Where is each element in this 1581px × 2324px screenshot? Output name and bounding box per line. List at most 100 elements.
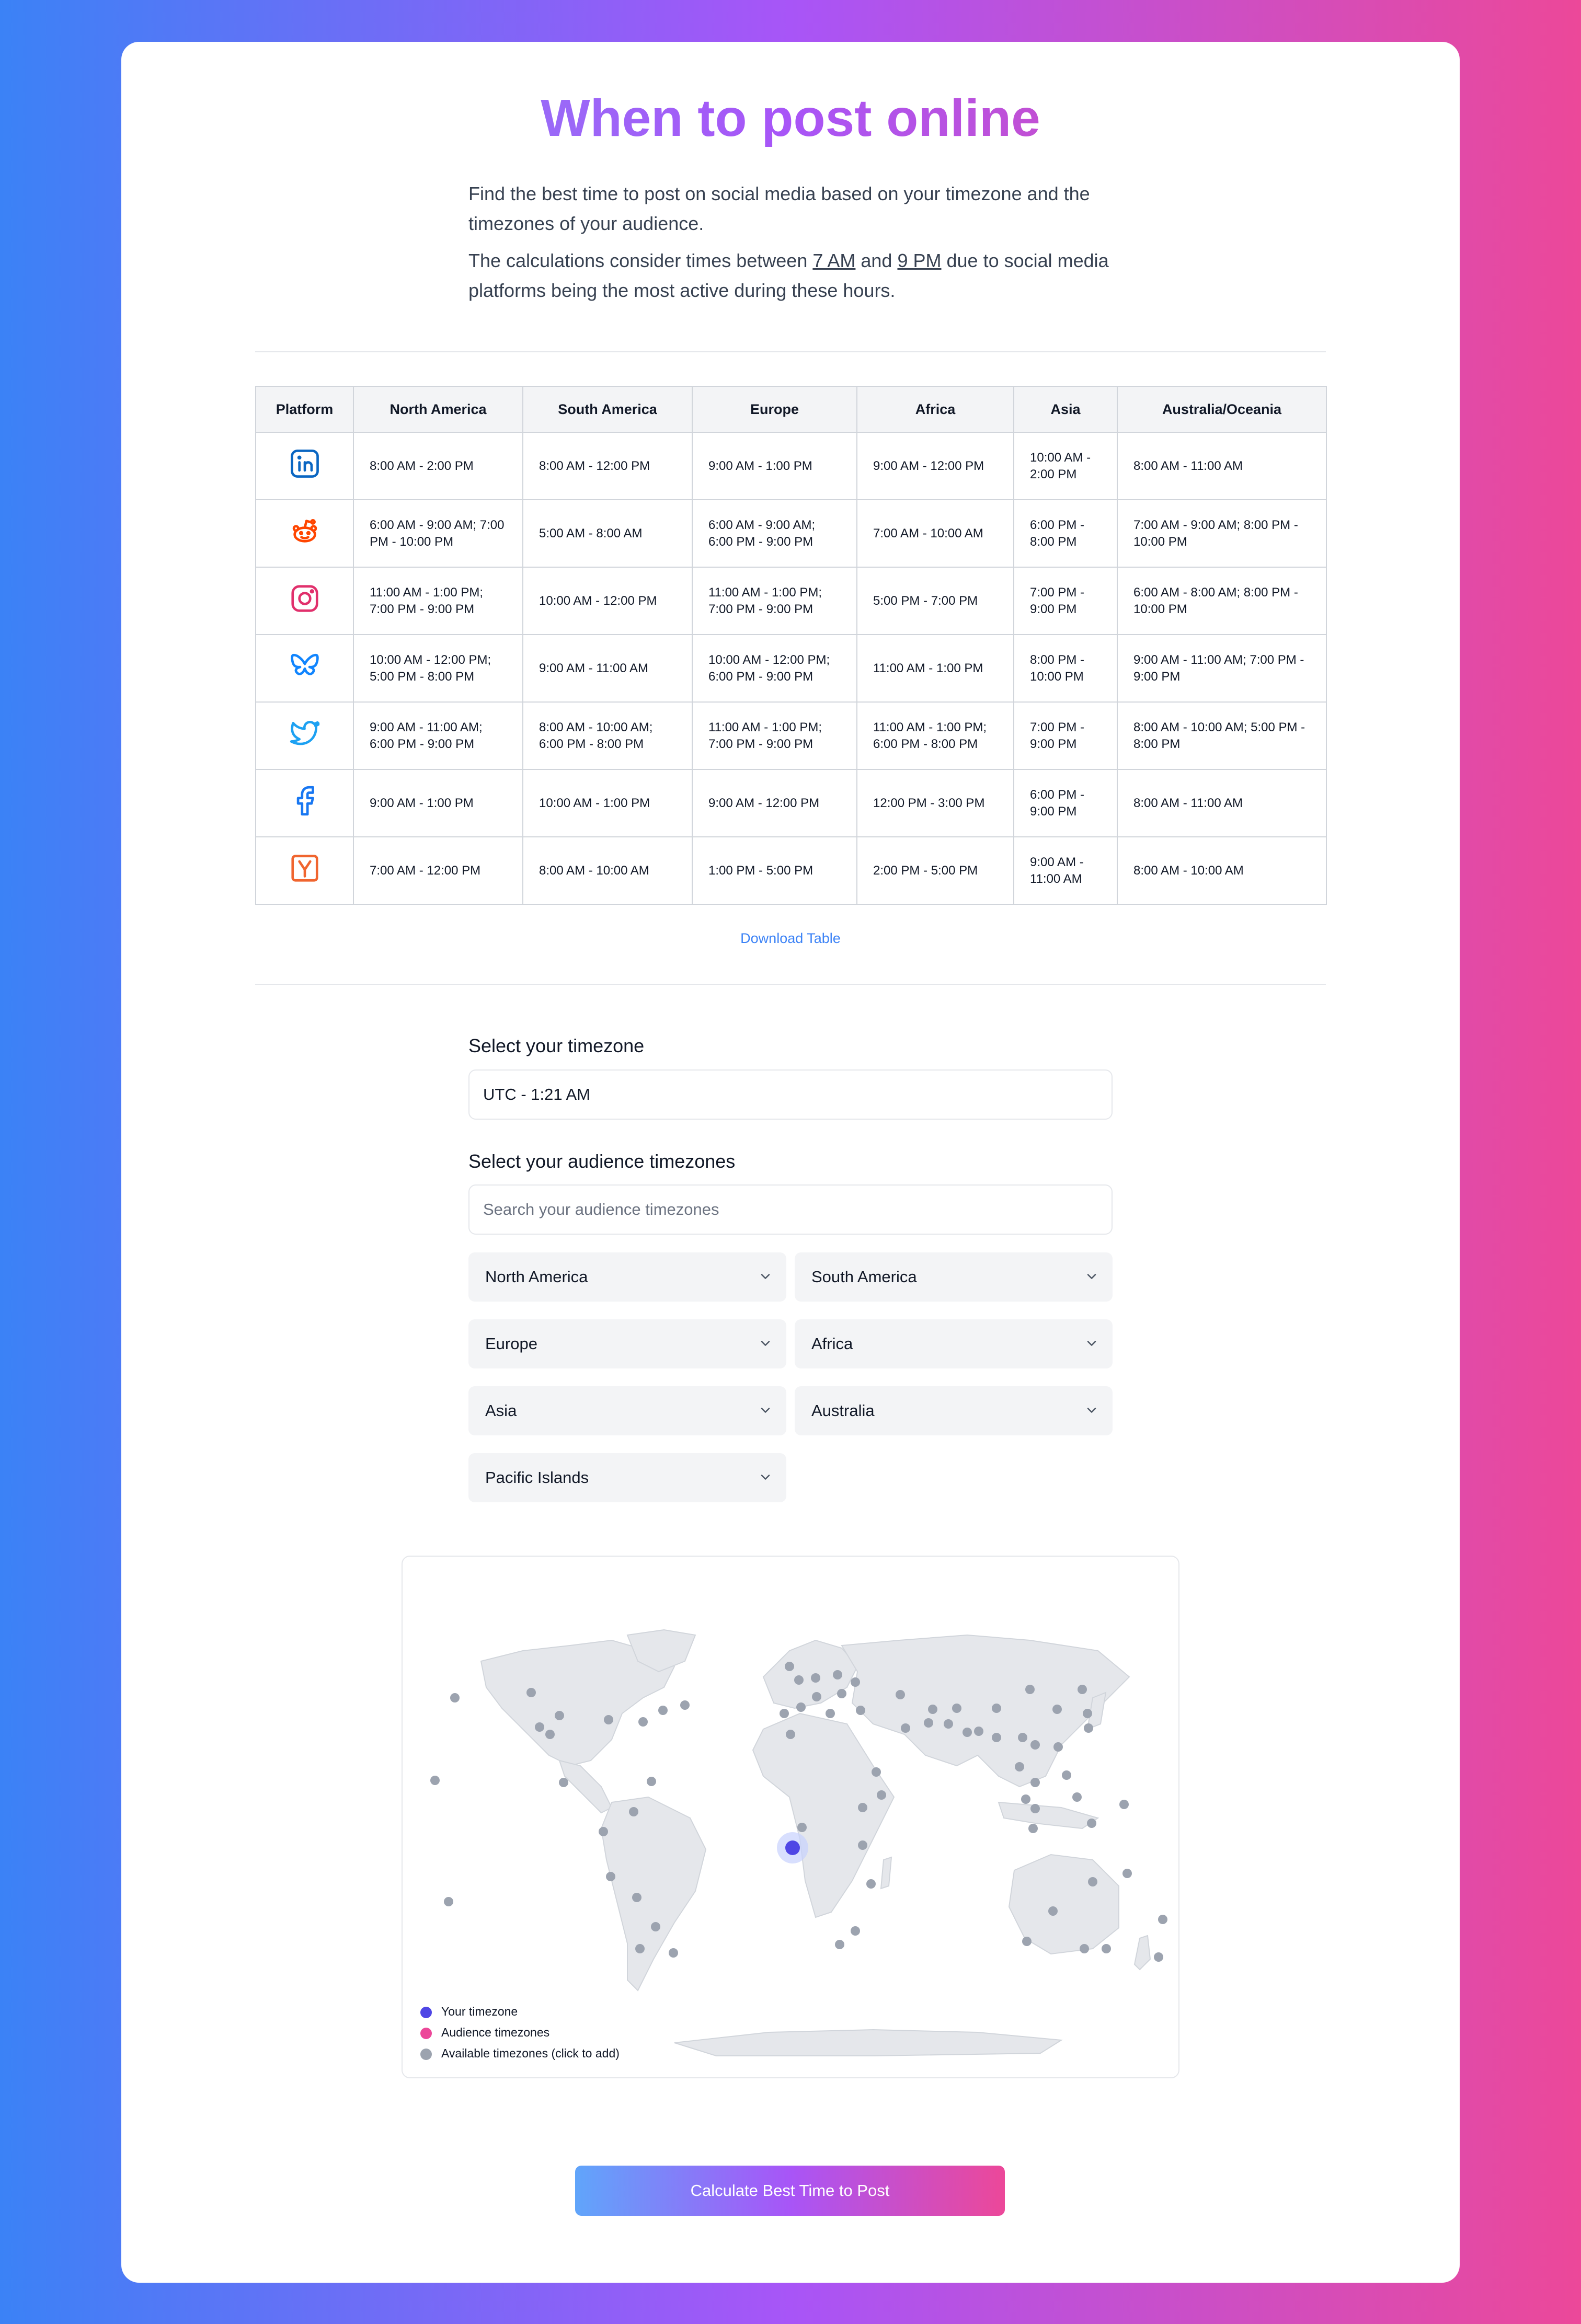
table-cell: 8:00 AM - 11:00 AM (1117, 769, 1327, 837)
region-dropdown-south-america[interactable]: South America (795, 1252, 1113, 1302)
timezone-dot (1102, 1944, 1111, 1953)
timezone-dot (1122, 1869, 1132, 1878)
chevron-down-icon (1087, 1341, 1096, 1346)
twitter-icon (290, 721, 319, 745)
download-table-link[interactable]: Download Table (121, 930, 1460, 947)
continent-madagascar (880, 1856, 892, 1890)
table-row: 8:00 AM - 2:00 PM 8:00 AM - 12:00 PM 9:0… (255, 432, 1327, 500)
timezone-dot (599, 1827, 608, 1836)
main-card: When to post online Find the best time t… (121, 42, 1460, 2283)
instagram-icon (291, 585, 318, 612)
timezone-dot (1084, 1723, 1093, 1733)
table-cell: 10:00 AM - 12:00 PM (522, 567, 693, 635)
intro-paragraph-1: Find the best time to post on social med… (468, 183, 1090, 234)
timezone-dot (629, 1807, 638, 1816)
timezone-dot (992, 1704, 1001, 1713)
timezone-dot (872, 1767, 881, 1777)
legend-swatch (420, 2006, 432, 2018)
region-dropdown-label: Pacific Islands (485, 1468, 589, 1487)
hackernews-icon (291, 855, 318, 882)
legend-item: Audience timezones (420, 2022, 620, 2043)
table-cell: 9:00 AM - 12:00 PM (856, 432, 1014, 500)
timezone-dot (826, 1709, 835, 1718)
timezone-dot (430, 1776, 440, 1785)
table-cell: 8:00 AM - 2:00 PM (353, 432, 523, 500)
timezone-dot (450, 1693, 460, 1702)
continent-south-america (600, 1796, 707, 1992)
table-row: 11:00 AM - 1:00 PM; 7:00 PM - 9:00 PM 10… (255, 567, 1327, 635)
timezone-dot (680, 1700, 690, 1710)
divider (255, 984, 1326, 985)
region-dropdown-europe[interactable]: Europe (468, 1319, 786, 1368)
table-cell: 1:00 PM - 5:00 PM (692, 836, 857, 905)
timezone-label: Select your timezone (468, 1035, 645, 1056)
timezone-dot (669, 1948, 678, 1958)
region-dropdown-north-america[interactable]: North America (468, 1252, 786, 1302)
col-header: Australia/Oceania (1117, 386, 1327, 433)
timezone-dot (851, 1677, 860, 1687)
continent-europe (762, 1639, 858, 1709)
region-dropdown-label: South America (811, 1268, 917, 1286)
best-times-table: Platform North America South America Eur… (255, 386, 1327, 905)
region-dropdown-pacific-islands[interactable]: Pacific Islands (468, 1453, 786, 1502)
table-cell: 8:00 AM - 12:00 PM (522, 432, 693, 500)
timezone-dot (944, 1719, 953, 1729)
calculate-button[interactable]: Calculate Best Time to Post (575, 2166, 1005, 2216)
linkedin-icon (290, 450, 319, 478)
timezone-dot (526, 1688, 536, 1697)
timezone-dot (928, 1705, 937, 1714)
timezone-select[interactable]: UTC - 1:21 AM (468, 1069, 1113, 1120)
table-cell: 7:00 AM - 10:00 AM (856, 499, 1014, 568)
table-cell: 11:00 AM - 1:00 PM; 7:00 PM - 9:00 PM (692, 701, 857, 770)
table-cell: 11:00 AM - 1:00 PM; 7:00 PM - 9:00 PM (353, 567, 523, 635)
map-legend: Your timezone Audience timezones Availab… (420, 2001, 620, 2064)
platform-cell (255, 769, 354, 837)
continent-new-zealand (1133, 1935, 1151, 1971)
table-cell: 11:00 AM - 1:00 PM (856, 634, 1014, 703)
timezone-dot (606, 1872, 615, 1881)
your-timezone-marker[interactable] (777, 1832, 808, 1863)
legend-label: Your timezone (441, 2005, 518, 2018)
divider (255, 351, 1326, 352)
timezone-dot (780, 1709, 789, 1718)
table-cell: 9:00 AM - 12:00 PM (692, 769, 857, 837)
table-cell: 9:00 AM - 1:00 PM (692, 432, 857, 500)
timezone-dot (1083, 1709, 1092, 1718)
table-cell: 7:00 PM - 9:00 PM (1013, 567, 1118, 635)
legend-swatch (420, 2027, 432, 2039)
timezone-map[interactable]: Your timezone Audience timezones Availab… (402, 1556, 1179, 2078)
timezone-dot (992, 1733, 1001, 1742)
reddit-icon (292, 519, 317, 543)
col-header: Asia (1013, 386, 1118, 433)
table-cell: 8:00 AM - 10:00 AM (522, 836, 693, 905)
timezone-dot (833, 1670, 842, 1679)
table-cell: 6:00 AM - 8:00 AM; 8:00 PM - 10:00 PM (1117, 567, 1327, 635)
timezone-dot (1030, 1740, 1040, 1750)
table-header-row: Platform North America South America Eur… (255, 386, 1327, 433)
audience-search-input[interactable]: Search your audience timezones (468, 1184, 1113, 1235)
chevron-down-icon (1087, 1274, 1096, 1279)
legend-label: Audience timezones (441, 2026, 550, 2039)
timezone-dot (1088, 1877, 1097, 1886)
table-cell: 11:00 AM - 1:00 PM; 7:00 PM - 9:00 PM (692, 567, 857, 635)
timezone-dot (858, 1803, 867, 1812)
timezone-dot (1015, 1762, 1024, 1771)
region-dropdown-africa[interactable]: Africa (795, 1319, 1113, 1368)
table-cell: 6:00 PM - 9:00 PM (1013, 769, 1118, 837)
chevron-down-icon (761, 1475, 770, 1480)
timezone-dot (796, 1702, 806, 1712)
platform-cell (255, 567, 354, 635)
timezone-dot (444, 1897, 453, 1906)
region-dropdown-asia[interactable]: Asia (468, 1386, 786, 1435)
table-cell: 6:00 AM - 9:00 AM; 6:00 PM - 9:00 PM (692, 499, 857, 568)
legend-item: Your timezone (420, 2001, 620, 2022)
table-cell: 8:00 PM - 10:00 PM (1013, 634, 1118, 703)
timezone-dot (811, 1673, 820, 1683)
table-cell: 9:00 AM - 11:00 AM (522, 634, 693, 703)
table-cell: 9:00 AM - 1:00 PM (353, 769, 523, 837)
intro-text-part: and (855, 250, 898, 271)
timezone-dot (1158, 1915, 1167, 1924)
timezone-dot (635, 1944, 645, 1953)
your-timezone-dot (785, 1840, 800, 1855)
region-dropdown-australia[interactable]: Australia (795, 1386, 1113, 1435)
